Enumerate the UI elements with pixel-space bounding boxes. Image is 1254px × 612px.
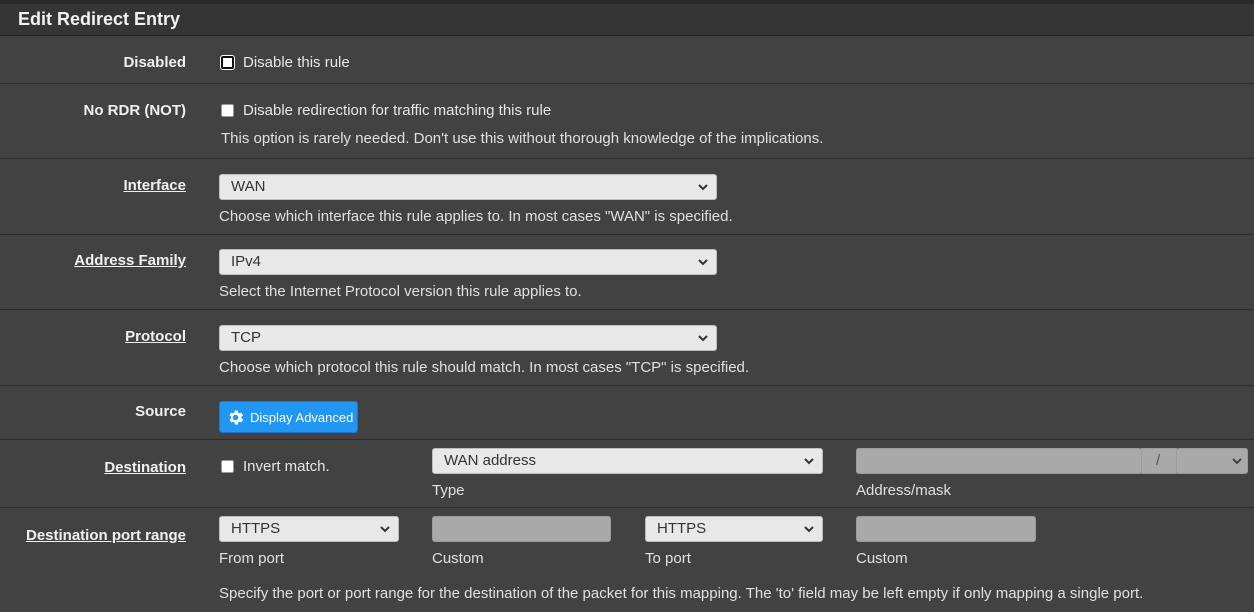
chevron-down-icon xyxy=(698,259,708,266)
mask-separator: / xyxy=(1156,452,1161,469)
row-no-rdr: No RDR (NOT) Disable redirection for tra… xyxy=(0,84,1254,159)
gear-icon xyxy=(229,410,244,425)
address-family-label: Address Family xyxy=(74,252,186,269)
protocol-help: Choose which protocol this rule should m… xyxy=(219,359,750,376)
invert-match-checkbox[interactable] xyxy=(221,460,234,473)
destination-label: Destination xyxy=(104,459,186,476)
no-rdr-text: Disable redirection for traffic matching… xyxy=(243,102,552,119)
destination-mask-select[interactable] xyxy=(1176,448,1248,474)
panel-title: Edit Redirect Entry xyxy=(18,9,181,29)
source-label: Source xyxy=(135,403,186,420)
chevron-down-icon xyxy=(698,335,708,342)
to-port-caption: To port xyxy=(645,550,691,567)
row-protocol: Protocol TCP Choose which protocol this … xyxy=(0,310,1254,386)
display-advanced-label: Display Advanced xyxy=(250,410,354,425)
from-port-value: HTTPS xyxy=(231,520,281,537)
row-destination: Destination Invert match. WAN address Ty… xyxy=(0,440,1254,508)
address-family-select-value: IPv4 xyxy=(231,253,262,270)
destination-type-value: WAN address xyxy=(444,452,536,469)
chevron-down-icon xyxy=(804,458,814,465)
no-rdr-label: No RDR (NOT) xyxy=(83,102,186,119)
from-port-caption: From port xyxy=(219,550,285,567)
row-address-family: Address Family IPv4 Select the Internet … xyxy=(0,235,1254,310)
to-port-value: HTTPS xyxy=(657,520,707,537)
protocol-select[interactable]: TCP xyxy=(219,325,717,351)
no-rdr-help: This option is rarely needed. Don't use … xyxy=(221,130,824,147)
protocol-select-value: TCP xyxy=(231,329,261,346)
dest-port-help: Specify the port or port range for the d… xyxy=(219,585,1144,602)
address-mask-caption: Address/mask xyxy=(856,482,952,499)
chevron-down-icon xyxy=(804,526,814,533)
interface-select[interactable]: WAN xyxy=(219,174,717,200)
to-port-select[interactable]: HTTPS xyxy=(645,516,823,542)
edit-redirect-panel: Edit Redirect Entry Disabled Disable thi… xyxy=(0,0,1254,612)
chevron-down-icon xyxy=(380,526,390,533)
mask-separator-box: / xyxy=(1141,448,1177,474)
address-family-select[interactable]: IPv4 xyxy=(219,249,717,275)
display-advanced-button[interactable]: Display Advanced xyxy=(219,401,358,433)
to-port-custom-input[interactable] xyxy=(856,516,1036,542)
disable-rule-checkbox[interactable] xyxy=(220,55,235,70)
destination-type-select[interactable]: WAN address xyxy=(432,448,823,474)
protocol-label: Protocol xyxy=(125,328,186,345)
row-disabled: Disabled Disable this rule xyxy=(0,36,1254,84)
row-destination-port-range: Destination port range HTTPS From port C… xyxy=(0,508,1254,612)
chevron-down-icon xyxy=(698,184,708,191)
row-source: Source xyxy=(0,386,1254,440)
row-interface: Interface WAN Choose which interface thi… xyxy=(0,159,1254,235)
destination-type-caption: Type xyxy=(432,482,465,499)
interface-help: Choose which interface this rule applies… xyxy=(219,208,733,225)
disable-rule-text: Disable this rule xyxy=(243,54,350,71)
invert-match-text: Invert match. xyxy=(243,458,330,475)
destination-address-input[interactable] xyxy=(856,448,1142,474)
from-custom-caption: Custom xyxy=(432,550,484,567)
from-port-custom-input[interactable] xyxy=(432,516,611,542)
panel-header: Edit Redirect Entry xyxy=(0,0,1254,36)
interface-select-value: WAN xyxy=(231,178,266,195)
no-rdr-checkbox[interactable] xyxy=(221,104,234,117)
from-port-select[interactable]: HTTPS xyxy=(219,516,399,542)
disabled-label: Disabled xyxy=(123,54,186,71)
dest-port-range-label: Destination port range xyxy=(25,527,186,544)
address-family-help: Select the Internet Protocol version thi… xyxy=(219,283,582,300)
interface-label: Interface xyxy=(123,177,186,194)
to-custom-caption: Custom xyxy=(856,550,908,567)
chevron-down-icon xyxy=(1232,458,1242,465)
